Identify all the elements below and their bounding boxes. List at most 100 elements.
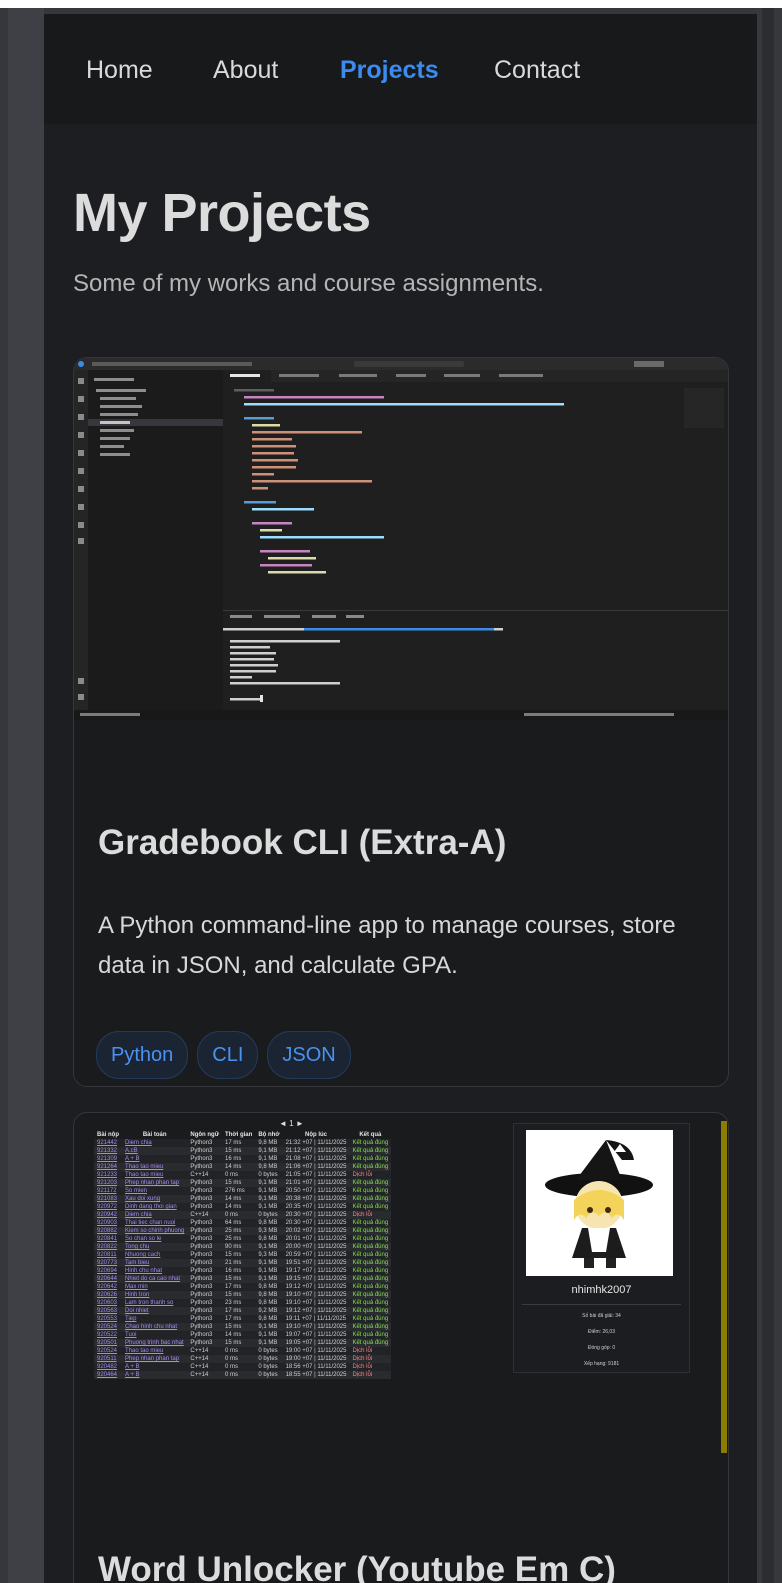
table-cell: Python3 — [187, 1235, 223, 1243]
problem-link[interactable]: Hinh tron — [125, 1292, 149, 1298]
problem-link[interactable]: Lam tron thanh so — [125, 1300, 173, 1306]
submission-id[interactable]: 920563 — [97, 1308, 117, 1314]
table-cell: 9,2 MB — [255, 1307, 283, 1315]
submission-id[interactable]: 921203 — [97, 1180, 117, 1186]
submitted-at-cell: 19:00 +07 | 11/11/2025 — [285, 1348, 347, 1354]
submission-id[interactable]: 921309 — [97, 1156, 117, 1162]
table-cell: Kết quả đúng — [349, 1339, 392, 1347]
table-row: 921172 So mien Python3 276 ms 9,1 MB 20:50 +0… — [94, 1187, 392, 1195]
problem-link[interactable]: Max min — [125, 1284, 148, 1290]
submission-id[interactable]: 920524 — [97, 1348, 117, 1354]
table-cell: 15 ms — [222, 1251, 256, 1259]
submission-id[interactable]: 920811 — [97, 1252, 117, 1258]
submitted-at-cell: 20:35 +07 | 11/11/2025 — [285, 1204, 347, 1210]
submission-id[interactable]: 921083 — [97, 1196, 117, 1202]
problem-link[interactable]: A + B — [125, 1364, 140, 1370]
problem-link[interactable]: Thai tiec chan nuoi — [125, 1220, 175, 1226]
table-cell: 921442 — [94, 1139, 122, 1147]
problem-link[interactable]: Kiem so chinh phuong — [125, 1228, 184, 1234]
submission-id[interactable]: 920501 — [97, 1340, 117, 1346]
table-cell: 921233 — [94, 1171, 122, 1179]
problem-link[interactable]: Nhiet do ca cao nhat — [125, 1276, 180, 1282]
submission-id[interactable]: 920642 — [97, 1284, 117, 1290]
table-cell: 920903 — [94, 1219, 122, 1227]
nav-projects[interactable]: Projects — [340, 56, 439, 85]
problem-link[interactable]: Nhuong cach — [125, 1252, 160, 1258]
result-cell: Dịch lỗi — [352, 1172, 373, 1178]
nav-contact[interactable]: Contact — [494, 56, 580, 85]
table-cell: 15 ms — [222, 1147, 256, 1155]
submitted-at-cell: 20:30 +07 | 11/11/2025 — [285, 1220, 347, 1226]
problem-link[interactable]: Thao tao mieu — [125, 1348, 163, 1354]
submission-id[interactable]: 920553 — [97, 1316, 117, 1322]
table-cell: 9,8 MB — [255, 1235, 283, 1243]
problem-link[interactable]: Phep nhan phan tap — [125, 1180, 179, 1186]
submission-id[interactable]: 920644 — [97, 1276, 117, 1282]
problem-link[interactable]: Xau doi xung — [125, 1196, 160, 1202]
problem-link[interactable]: Tiep — [125, 1316, 136, 1322]
problem-link[interactable]: A + B — [125, 1156, 140, 1162]
table-cell: Nhuong cach — [122, 1251, 188, 1259]
submitted-at-cell: 21:01 +07 | 11/11/2025 — [285, 1180, 347, 1186]
problem-link[interactable]: Diem chia — [125, 1140, 152, 1146]
submission-id[interactable]: 920524 — [97, 1324, 117, 1330]
submission-id[interactable]: 921233 — [97, 1172, 117, 1178]
submission-id[interactable]: 921332 — [97, 1148, 117, 1154]
table-cell: 921309 — [94, 1155, 122, 1163]
problem-link[interactable]: Phep nhan phan tap — [125, 1356, 179, 1362]
submission-id[interactable]: 920822 — [97, 1244, 117, 1250]
submission-id[interactable]: 921172 — [97, 1188, 117, 1194]
submission-id[interactable]: 920511 — [97, 1356, 117, 1362]
problem-link[interactable]: Tuoi — [125, 1332, 136, 1338]
submission-id[interactable]: 920482 — [97, 1364, 117, 1370]
submission-id[interactable]: 920626 — [97, 1292, 117, 1298]
table-cell: Tuoi — [122, 1331, 188, 1339]
submission-id[interactable]: 920942 — [97, 1212, 117, 1218]
submission-id[interactable]: 920773 — [97, 1260, 117, 1266]
problem-link[interactable]: Thao tao mieu — [125, 1172, 163, 1178]
table-cell: Kết quả đúng — [349, 1291, 392, 1299]
submission-id[interactable]: 920882 — [97, 1228, 117, 1234]
problem-link[interactable]: Tong chu — [125, 1244, 149, 1250]
time-cell: 0 ms — [225, 1372, 239, 1378]
table-row: 921233 Thao tao mieu C++14 0 ms 0 bytes 21:05… — [94, 1171, 392, 1179]
table-cell: Kết quả đúng — [349, 1203, 392, 1211]
problem-link[interactable]: Dinh dang thoi gian — [125, 1204, 177, 1210]
submission-id[interactable]: 920841 — [97, 1236, 117, 1242]
scrollbar-track[interactable] — [762, 8, 774, 1583]
nav-home[interactable]: Home — [86, 56, 153, 85]
nav-about[interactable]: About — [213, 56, 278, 85]
language-cell: C++14 — [190, 1356, 209, 1362]
submission-id[interactable]: 920603 — [97, 1300, 117, 1306]
problem-link[interactable]: Phuong trinh bac nhat — [125, 1340, 184, 1346]
submission-id[interactable]: 920972 — [97, 1204, 117, 1210]
submission-id[interactable]: 920903 — [97, 1220, 117, 1226]
problem-link[interactable]: Thao tao mieu — [125, 1164, 163, 1170]
problem-link[interactable]: So mien — [125, 1188, 147, 1194]
submission-id[interactable]: 921442 — [97, 1140, 117, 1146]
problem-link[interactable]: So chan so le — [125, 1236, 161, 1242]
col-header: Bài nộp — [97, 1132, 119, 1138]
time-cell: 64 ms — [225, 1220, 242, 1226]
pagination[interactable]: ◄ 1 ► — [279, 1119, 304, 1128]
problem-link[interactable]: Hinh chu nhat — [125, 1268, 162, 1274]
submission-id[interactable]: 920522 — [97, 1332, 117, 1338]
problem-link[interactable]: Doi nhiet — [125, 1308, 149, 1314]
problem-link[interactable]: Tam bieu — [125, 1260, 149, 1266]
profile-stat: Điểm: 26,03 — [588, 1329, 615, 1335]
submission-id[interactable]: 921264 — [97, 1164, 117, 1170]
table-cell: Tam bieu — [122, 1259, 188, 1267]
table-cell: 920563 — [94, 1307, 122, 1315]
problem-link[interactable]: A.cB — [125, 1148, 138, 1154]
table-cell: Python3 — [187, 1251, 223, 1259]
memory-cell: 9,1 MB — [258, 1268, 278, 1274]
problem-link[interactable]: Chao hinh chu nhat — [125, 1324, 177, 1330]
result-cell: Kết quả đúng — [352, 1196, 389, 1202]
submission-id[interactable]: 920464 — [97, 1372, 117, 1378]
problem-link[interactable]: A + B — [125, 1372, 140, 1378]
result-cell: Kết quả đúng — [352, 1284, 389, 1290]
memory-cell: 9,8 MB — [258, 1236, 278, 1242]
memory-cell: 9,2 MB — [258, 1308, 278, 1314]
problem-link[interactable]: Diem chia — [125, 1212, 152, 1218]
submission-id[interactable]: 920694 — [97, 1268, 117, 1274]
